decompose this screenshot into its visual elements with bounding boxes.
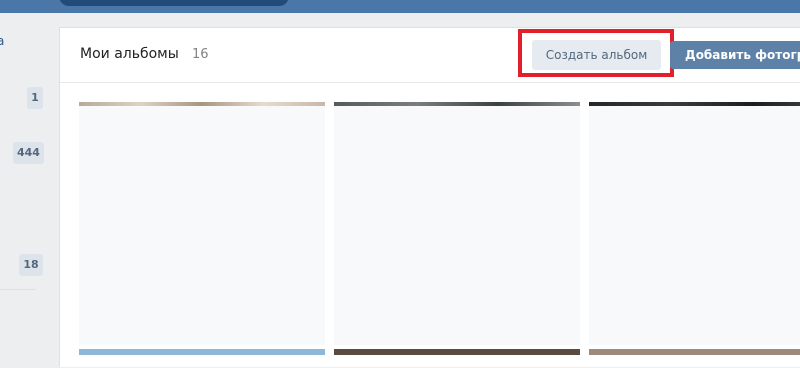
- album-cover-image: [79, 102, 325, 106]
- add-photos-button[interactable]: Добавить фотограф: [670, 41, 800, 69]
- page-title: Мои альбомы: [80, 46, 179, 62]
- albums-panel-header: Мои альбомы 16 Создать альбом Добавить ф…: [60, 28, 800, 83]
- album-thumbnail[interactable]: [589, 102, 800, 345]
- album-thumbnail[interactable]: [79, 102, 325, 345]
- album-thumbnail[interactable]: [334, 102, 580, 345]
- sidebar-counter-badge: 444: [13, 142, 44, 164]
- search-bar[interactable]: [59, 0, 289, 6]
- sidebar-counter-badge: 1: [27, 87, 43, 109]
- album-thumbnail[interactable]: [334, 349, 580, 355]
- album-grid: [79, 102, 800, 368]
- albums-count: 16: [192, 47, 209, 62]
- album-cover-image: [589, 102, 800, 106]
- sidebar-counter-badge: 18: [19, 254, 43, 276]
- album-thumbnail[interactable]: [79, 349, 325, 355]
- left-sidebar: а 1 444 18: [0, 13, 59, 351]
- albums-panel: Мои альбомы 16 Создать альбом Добавить ф…: [59, 27, 800, 367]
- album-thumbnail[interactable]: [589, 349, 800, 355]
- top-header-bar: [0, 0, 800, 13]
- sidebar-divider: [0, 289, 36, 290]
- album-cover-image: [334, 102, 580, 106]
- sidebar-item-label[interactable]: а: [0, 34, 4, 48]
- create-album-button[interactable]: Создать альбом: [532, 40, 661, 70]
